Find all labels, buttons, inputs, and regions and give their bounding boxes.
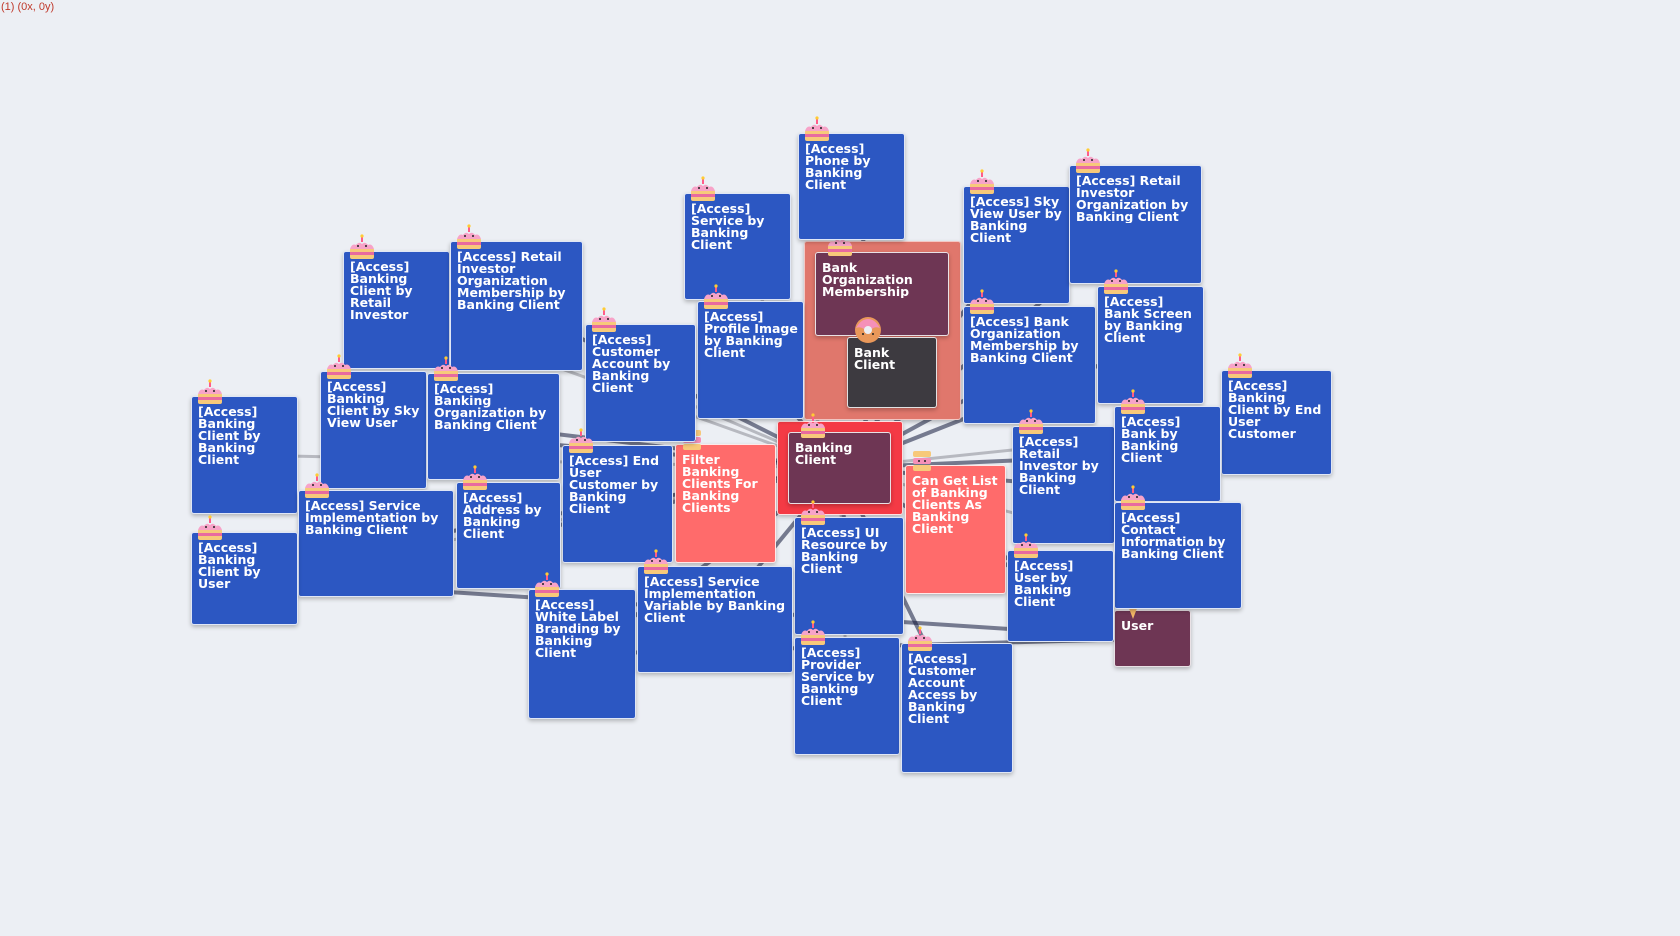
- node-label: [Access] Profile Image by Banking Client: [704, 311, 798, 359]
- node-bank-org[interactable]: [Access] Banking Organization by Banking…: [427, 373, 560, 480]
- node-label: [Access] Banking Client by Sky View User: [327, 381, 420, 429]
- node-label: User: [1121, 620, 1154, 632]
- node-cust-acct-access[interactable]: [Access] Customer Account Access by Bank…: [901, 643, 1013, 773]
- node-contact[interactable]: [Access] Contact Information by Banking …: [1114, 502, 1242, 609]
- node-label: [Access] Customer Account Access by Bank…: [908, 653, 978, 725]
- node-label: [Access] Bank Screen by Banking Client: [1104, 296, 1192, 344]
- node-svc-var[interactable]: [Access] Service Implementation Variable…: [637, 566, 793, 673]
- node-user[interactable]: User: [1114, 610, 1191, 667]
- node-user-bc[interactable]: [Access] User by Banking Client: [1007, 550, 1114, 642]
- node-label: [Access] Banking Client by Retail Invest…: [350, 261, 413, 321]
- node-label: [Access] Retail Investor Organization by…: [1076, 175, 1189, 223]
- node-cust-acct[interactable]: [Access] Customer Account by Banking Cli…: [585, 324, 696, 442]
- node-label: [Access] Customer Account by Banking Cli…: [592, 334, 671, 394]
- node-label: [Access] Retail Investor by Banking Clie…: [1019, 436, 1099, 496]
- node-bc-skyview[interactable]: [Access] Banking Client by Sky View User: [320, 371, 427, 489]
- node-label: Bank Client: [854, 347, 896, 371]
- node-bank-screen[interactable]: [Access] Bank Screen by Banking Client: [1097, 286, 1204, 404]
- node-address[interactable]: [Access] Address by Banking Client: [456, 482, 561, 589]
- node-label: [Access] Banking Client by Banking Clien…: [198, 406, 261, 466]
- node-bc-user[interactable]: [Access] Banking Client by User: [191, 532, 298, 625]
- node-label: [Access] Retail Investor Organization Me…: [457, 251, 566, 311]
- node-retail-mem[interactable]: [Access] Retail Investor Organization Me…: [450, 241, 583, 371]
- node-provider[interactable]: [Access] Provider Service by Banking Cli…: [794, 637, 900, 755]
- node-bank-bc[interactable]: [Access] Bank by Banking Client: [1114, 406, 1221, 502]
- node-label: [Access] Provider Service by Banking Cli…: [801, 647, 875, 707]
- node-label: [Access] Banking Client by User: [198, 542, 261, 590]
- node-bom[interactable]: Bank Organization Membership: [815, 252, 949, 336]
- node-label: [Access] User by Banking Client: [1014, 560, 1074, 608]
- node-white[interactable]: [Access] White Label Branding by Banking…: [528, 589, 636, 719]
- node-label: [Access] Banking Client by End User Cust…: [1228, 380, 1322, 440]
- node-label: [Access] End User Customer by Banking Cl…: [569, 455, 660, 515]
- node-label: [Access] Sky View User by Banking Client: [970, 196, 1062, 244]
- node-profile[interactable]: [Access] Profile Image by Banking Client: [697, 301, 804, 419]
- node-label: [Access] UI Resource by Banking Client: [801, 527, 888, 575]
- node-label: [Access] White Label Branding by Banking…: [535, 599, 621, 659]
- node-label: Banking Client: [795, 442, 853, 466]
- node-label: [Access] Address by Banking Client: [463, 492, 542, 540]
- node-bc-bc[interactable]: [Access] Banking Client by Banking Clien…: [191, 396, 298, 514]
- node-phone[interactable]: [Access] Phone by Banking Client: [798, 133, 905, 240]
- node-bank-client[interactable]: Bank Client: [847, 337, 937, 408]
- node-skyview[interactable]: [Access] Sky View User by Banking Client: [963, 186, 1070, 304]
- node-label: [Access] Phone by Banking Client: [805, 143, 871, 191]
- node-svc-impl[interactable]: [Access] Service Implementation by Banki…: [298, 490, 454, 597]
- node-label: Filter Banking Clients For Banking Clien…: [682, 454, 758, 514]
- node-label: [Access] Bank Organization Membership by…: [970, 316, 1079, 364]
- node-banking-client[interactable]: Banking Client: [788, 432, 891, 504]
- node-label: Can Get List of Banking Clients As Banki…: [912, 475, 998, 535]
- node-bc-endcust[interactable]: [Access] Banking Client by End User Cust…: [1221, 370, 1332, 475]
- node-retail-org[interactable]: [Access] Retail Investor Organization by…: [1069, 165, 1202, 284]
- node-canget[interactable]: Can Get List of Banking Clients As Banki…: [905, 465, 1006, 594]
- node-bc-retail[interactable]: [Access] Banking Client by Retail Invest…: [343, 251, 450, 369]
- node-filter[interactable]: Filter Banking Clients For Banking Clien…: [675, 444, 776, 563]
- node-retail-inv[interactable]: [Access] Retail Investor by Banking Clie…: [1012, 426, 1115, 544]
- node-label: [Access] Bank by Banking Client: [1121, 416, 1181, 464]
- node-label: [Access] Banking Organization by Banking…: [434, 383, 547, 431]
- node-bank-org-mem[interactable]: [Access] Bank Organization Membership by…: [963, 306, 1096, 424]
- node-label: [Access] Service Implementation by Banki…: [305, 500, 439, 536]
- node-ui[interactable]: [Access] UI Resource by Banking Client: [794, 517, 904, 635]
- node-enduser[interactable]: [Access] End User Customer by Banking Cl…: [562, 445, 673, 563]
- node-label: [Access] Service by Banking Client: [691, 203, 765, 251]
- node-label: Bank Organization Membership: [822, 262, 913, 298]
- node-service[interactable]: [Access] Service by Banking Client: [684, 193, 791, 300]
- node-label: [Access] Contact Information by Banking …: [1121, 512, 1226, 560]
- node-label: [Access] Service Implementation Variable…: [644, 576, 786, 624]
